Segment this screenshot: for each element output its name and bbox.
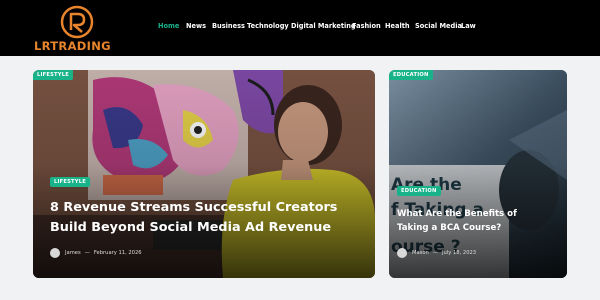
nav-item-business[interactable]: Business (212, 22, 245, 30)
nav-item-news[interactable]: News (186, 22, 206, 30)
author-name[interactable]: Mason (412, 250, 429, 256)
nav-item-technology[interactable]: Technology (247, 22, 289, 30)
image-overlay (33, 70, 375, 278)
nav-item-digital-marketing[interactable]: Digital Marketing (291, 22, 356, 30)
post-date: February 11, 2026 (93, 250, 142, 256)
site-logo[interactable]: LRTRADING (34, 4, 124, 53)
meta-separator: — (84, 250, 90, 256)
nav-item-fashion[interactable]: Fashion (352, 22, 381, 30)
post-meta: James — February 11, 2026 (50, 248, 142, 258)
author-avatar (397, 248, 407, 258)
nav-item-law[interactable]: Law (461, 22, 476, 30)
author-name[interactable]: James (65, 250, 81, 256)
nav-item-health[interactable]: Health (385, 22, 410, 30)
meta-separator: — (432, 250, 439, 256)
post-title-line: Taking a BCA Course? (397, 223, 502, 233)
post-title[interactable]: 8 Revenue Streams Successful Creators Bu… (50, 198, 350, 238)
logo-text: LRTRADING (34, 39, 111, 53)
post-date: July 18, 2023 (442, 250, 477, 256)
author-avatar (50, 248, 60, 258)
post-title-line: 8 Revenue Streams Successful Creators (50, 200, 338, 215)
category-tag[interactable]: EDUCATION (389, 70, 433, 80)
post-title[interactable]: What Are the Benefits of Taking a BCA Co… (397, 207, 557, 235)
post-meta: Mason — July 18, 2023 (397, 248, 476, 258)
nav-item-home[interactable]: Home (158, 22, 179, 30)
featured-post-card[interactable]: LIFESTYLE LIFESTYLE 8 Revenue Streams Su… (33, 70, 375, 278)
post-title-line: What Are the Benefits of (397, 209, 517, 219)
site-header: LRTRADING Home News Business Technology … (0, 0, 600, 56)
category-tag[interactable]: LIFESTYLE (33, 70, 74, 80)
post-title-line: Build Beyond Social Media Ad Revenue (50, 220, 332, 235)
featured-post-card[interactable]: Are the f Taking a ourse ? EDUCATION EDU… (389, 70, 567, 278)
nav-item-social-media[interactable]: Social Media (415, 22, 462, 30)
logo-mark-icon (60, 5, 94, 39)
category-tag[interactable]: EDUCATION (397, 186, 441, 196)
category-tag[interactable]: LIFESTYLE (50, 177, 91, 187)
image-overlay (389, 70, 567, 278)
